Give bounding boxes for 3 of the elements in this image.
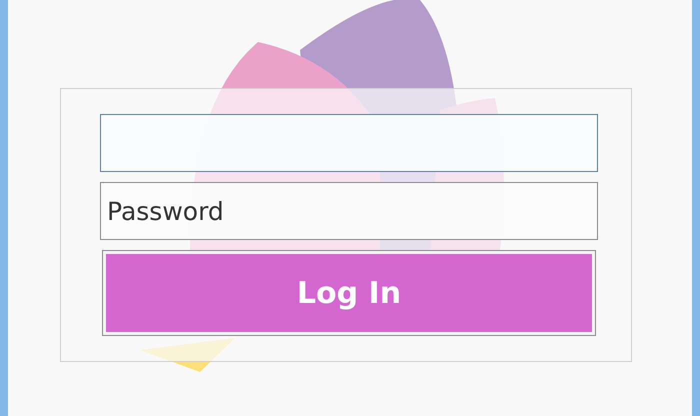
login-button[interactable]: Log In bbox=[102, 250, 596, 336]
username-field[interactable] bbox=[100, 114, 598, 172]
password-field[interactable]: Password bbox=[100, 182, 598, 240]
